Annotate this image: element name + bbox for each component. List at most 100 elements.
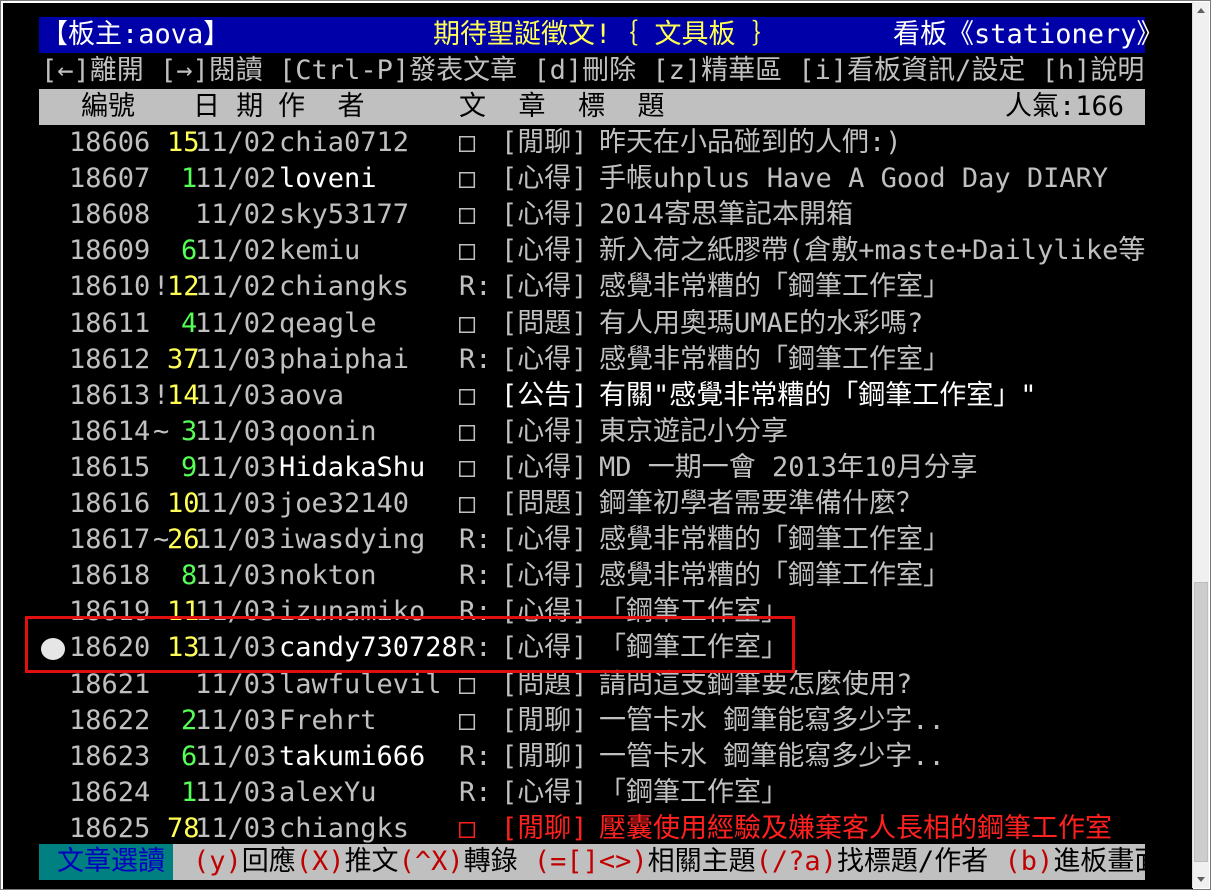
help-action: 相關主題 xyxy=(647,846,756,877)
post-category: [心得] xyxy=(501,271,588,303)
post-number: 18607 xyxy=(69,163,151,195)
footer-help-keys: (y)回應(X)推文(^X)轉錄 (=[]<>)相關主題(/?a)找標題/作者 … xyxy=(193,844,1161,880)
post-row[interactable]: 18625 78 11/03 chiangks □ [閒聊] 壓囊使用經驗及嫌棄客人長相的鋼… xyxy=(3,811,1193,847)
help-action: 進板畫面 xyxy=(1053,846,1162,877)
post-type-marker: □ xyxy=(459,199,476,231)
bbs-window: 【板主:aova】 期待聖誕徵文!｛ 文具板 ｝ 看板《stationery》 … xyxy=(0,0,1211,890)
post-number: 18611 xyxy=(69,307,151,339)
board-name: 看板《stationery》 xyxy=(893,19,1164,50)
post-title: 2014寄思筆記本開箱 xyxy=(599,199,854,231)
scrollbar-thumb[interactable] xyxy=(1194,582,1208,862)
help-key: (^X) xyxy=(398,846,464,877)
post-category: [心得] xyxy=(501,199,588,231)
post-date: 11/03 xyxy=(195,451,277,483)
post-author: chiangks xyxy=(279,812,410,844)
help-action: 推文 xyxy=(344,846,399,877)
post-category: [心得] xyxy=(501,163,588,195)
post-row[interactable]: 18611 4 11/02 qeagle □ [問題] 有人用奧瑪UMAE的水彩嗎? xyxy=(3,306,1193,342)
post-date: 11/03 xyxy=(195,488,277,519)
post-type-marker: R: xyxy=(459,740,492,772)
post-type-marker: □ xyxy=(459,451,476,483)
terminal-screen[interactable]: 【板主:aova】 期待聖誕徵文!｛ 文具板 ｝ 看板《stationery》 … xyxy=(3,3,1193,889)
post-row[interactable]: 18613! 14 11/03 aova □ [公告] 有關"感覺非常糟的「鋼筆工作室」" xyxy=(3,378,1193,414)
post-row[interactable]: 18612 37 11/03 phaiphai R: [心得] 感覺非常糟的「鋼筆工作室」 xyxy=(3,342,1193,378)
post-row[interactable]: 18623 6 11/03 takumi666 R: [閒聊] 一管卡水 鋼筆能寫多少字.. xyxy=(3,739,1193,775)
post-row[interactable]: 18610! 12 11/02 chiangks R: [心得] 感覺非常糟的「鋼筆工作室」 xyxy=(3,269,1193,305)
arrow-up-icon xyxy=(1197,8,1205,13)
scroll-up-button[interactable] xyxy=(1193,2,1209,19)
post-category: [問題] xyxy=(501,488,588,519)
help-action: 回應 xyxy=(241,846,296,877)
post-row[interactable]: 18615 9 11/03 HidakaShu □ [心得] MD 一期一會 2013年10… xyxy=(3,450,1193,486)
post-author: qoonin xyxy=(279,415,377,447)
post-category: [心得] xyxy=(501,524,588,556)
header-popularity: 人氣:166 xyxy=(1005,91,1125,122)
post-row[interactable]: 18614 ~3 11/03 qoonin □ [心得] 東京遊記小分享 xyxy=(3,414,1193,450)
post-type-marker: □ xyxy=(459,235,476,267)
post-category: [閒聊] xyxy=(501,740,588,772)
board-notice: 期待聖誕徵文!｛ 文具板 ｝ xyxy=(433,19,779,50)
post-title: 鋼筆初學者需要準備什麼？ xyxy=(599,488,923,519)
post-title: 感覺非常糟的「鋼筆工作室」 xyxy=(599,560,950,592)
title-bar: 【板主:aova】 期待聖誕徵文!｛ 文具板 ｝ 看板《stationery》 xyxy=(3,17,1193,53)
post-author: chiangks xyxy=(279,271,410,303)
post-row[interactable]: 18609 6 11/02 kemiu □ [心得] 新入荷之紙膠帶(倉敷+maste+Da… xyxy=(3,233,1193,269)
post-number: 18609 xyxy=(69,235,151,267)
scroll-down-button[interactable] xyxy=(1193,871,1209,888)
post-row[interactable]: 18608 11/02 sky53177 □ [心得] 2014寄思筆記本開箱 xyxy=(3,197,1193,233)
post-title: 感覺非常糟的「鋼筆工作室」 xyxy=(599,524,950,556)
post-title: 感覺非常糟的「鋼筆工作室」 xyxy=(599,271,950,303)
post-author: alexYu xyxy=(279,776,377,808)
vertical-scrollbar[interactable] xyxy=(1192,2,1209,888)
post-row[interactable]: 18616 10 11/03 joe32140 □ [問題] 鋼筆初學者需要準備什麼？ xyxy=(3,486,1193,522)
post-author: HidakaShu xyxy=(279,451,426,483)
post-category: [閒聊] xyxy=(501,127,588,158)
post-type-marker: R: xyxy=(459,271,492,303)
post-author: Frehrt xyxy=(279,704,377,736)
header-number: 編號 xyxy=(81,91,135,122)
post-row[interactable]: 18617 ~26 11/03 iwasdying R: [心得] 感覺非常糟的「鋼筆工作室… xyxy=(3,522,1193,558)
post-author: aova xyxy=(279,379,345,411)
footer-help-bar: 文章選讀 (y)回應(X)推文(^X)轉錄 (=[]<>)相關主題(/?a)找標… xyxy=(3,844,1193,880)
post-number: 18610 xyxy=(69,271,151,303)
post-type-marker: □ xyxy=(459,812,476,844)
post-title: 感覺非常糟的「鋼筆工作室」 xyxy=(599,343,950,375)
annotation-highlight-box xyxy=(25,616,795,673)
post-number: 18623 xyxy=(69,740,151,772)
post-category: [心得] xyxy=(501,776,588,808)
post-date: 11/02 xyxy=(195,307,277,339)
post-number: 18622 xyxy=(69,704,151,736)
post-row[interactable]: 18607 1 11/02 loveni □ [心得] 手帳uhplus Have A Go… xyxy=(3,161,1193,197)
post-date: 11/02 xyxy=(195,163,277,195)
help-action: 轉錄 xyxy=(463,846,534,877)
post-type-marker: R: xyxy=(459,560,492,592)
header-author: 作 者 xyxy=(278,91,365,122)
post-date: 11/03 xyxy=(195,704,277,736)
post-type-marker: □ xyxy=(459,488,476,519)
post-author: chia0712 xyxy=(279,127,410,158)
post-row[interactable]: 18624 1 11/03 alexYu R: [心得] 「鋼筆工作室」 xyxy=(3,775,1193,811)
help-key: (y) xyxy=(193,846,242,877)
post-number: 18612 xyxy=(69,343,151,375)
post-title: 「鋼筆工作室」 xyxy=(599,776,788,808)
post-type-marker: □ xyxy=(459,704,476,736)
arrow-down-icon xyxy=(1197,877,1205,882)
header-title: 文 章 標 題 xyxy=(459,91,665,122)
post-category: [心得] xyxy=(501,560,588,592)
post-row[interactable]: 18606 15 11/02 chia0712 □ [閒聊] 昨天在小品碰到的人們:) xyxy=(3,125,1193,161)
post-date: 11/03 xyxy=(195,560,277,592)
post-category: [心得] xyxy=(501,415,588,447)
post-mark: ~ xyxy=(153,415,170,447)
post-row[interactable]: 18618 8 11/03 nokton R: [心得] 感覺非常糟的「鋼筆工作室」 xyxy=(3,558,1193,594)
post-title: 一管卡水 鋼筆能寫多少字.. xyxy=(599,740,945,772)
post-title: 壓囊使用經驗及嫌棄客人長相的鋼筆工作室 xyxy=(599,812,1112,844)
post-date: 11/03 xyxy=(195,379,277,411)
post-category: [問題] xyxy=(501,307,588,339)
header-date: 日 期 xyxy=(193,91,264,122)
post-title: 有人用奧瑪UMAE的水彩嗎? xyxy=(599,307,924,339)
help-key: (b) xyxy=(1004,846,1054,877)
post-row[interactable]: 18622 2 11/03 Frehrt □ [閒聊] 一管卡水 鋼筆能寫多少字.. xyxy=(3,703,1193,739)
post-title: 一管卡水 鋼筆能寫多少字.. xyxy=(599,704,945,736)
post-date: 11/02 xyxy=(195,127,277,158)
post-number: 18615 xyxy=(69,451,151,483)
